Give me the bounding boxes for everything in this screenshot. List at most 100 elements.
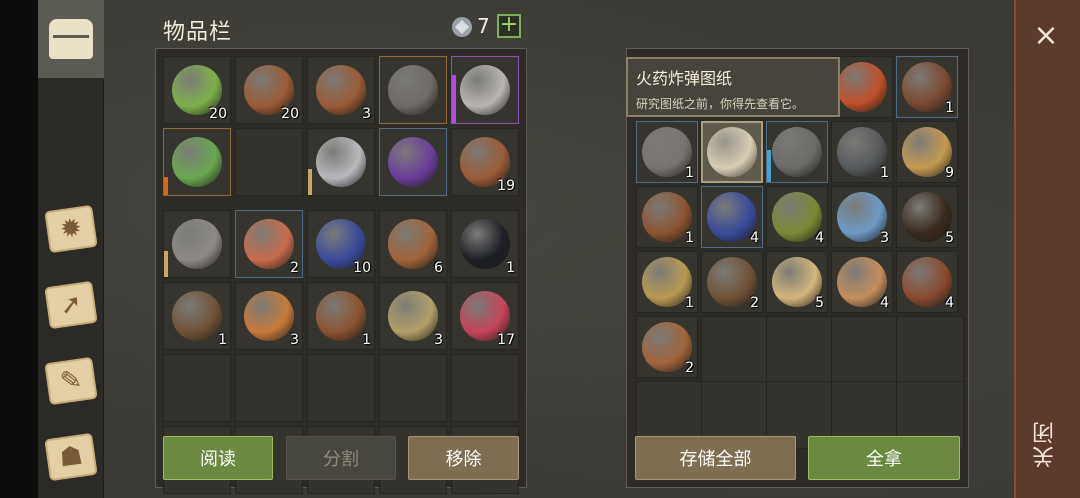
item-slot[interactable]: 1: [831, 121, 893, 183]
tab-recipes[interactable]: ✎: [38, 348, 104, 414]
item-slot[interactable]: [307, 354, 375, 422]
item-slot[interactable]: [163, 128, 231, 196]
item-count: 10: [353, 260, 371, 276]
green-dagger-icon: [172, 137, 222, 187]
item-tooltip: 火药炸弹图纸 研究图纸之前，你得先查看它。: [626, 57, 840, 117]
item-slot[interactable]: 1: [451, 210, 519, 278]
bear-trap-icon: [172, 291, 222, 341]
item-count: 17: [497, 332, 515, 348]
item-count: 2: [750, 295, 759, 311]
item-slot[interactable]: 3: [235, 282, 303, 350]
item-slot[interactable]: [379, 354, 447, 422]
tooltip-title: 火药炸弹图纸: [636, 69, 733, 88]
item-slot[interactable]: 19: [451, 128, 519, 196]
screen-edge: [0, 0, 38, 498]
read-button[interactable]: 阅读: [163, 436, 273, 480]
item-slot[interactable]: 6: [379, 210, 447, 278]
scroll-blueprint-icon: [244, 219, 294, 269]
item-slot[interactable]: 3: [307, 56, 375, 124]
tab-character[interactable]: ☗: [38, 424, 104, 490]
halberd-icon: [172, 219, 222, 269]
add-currency-button[interactable]: +: [497, 14, 521, 38]
store-all-button[interactable]: 存储全部: [635, 436, 796, 480]
item-slot[interactable]: 10: [307, 210, 375, 278]
chest-icon: [49, 19, 93, 59]
hourglass-icon: [244, 291, 294, 341]
item-slot[interactable]: 4: [831, 251, 893, 313]
item-count: 1: [945, 100, 954, 116]
pickaxe-icon: [460, 65, 510, 115]
take-all-button[interactable]: 全拿: [808, 436, 960, 480]
item-count: 1: [685, 295, 694, 311]
sand-pile-icon: [388, 291, 438, 341]
item-count: 5: [815, 295, 824, 311]
split-button[interactable]: 分割: [286, 436, 396, 480]
item-slot[interactable]: 20: [163, 56, 231, 124]
item-slot[interactable]: 17: [451, 282, 519, 350]
item-count: 4: [945, 295, 954, 311]
item-slot[interactable]: [701, 316, 769, 384]
item-slot[interactable]: 2: [636, 316, 698, 378]
item-slot[interactable]: [831, 316, 899, 384]
item-slot[interactable]: [766, 316, 834, 384]
item-slot[interactable]: 1: [636, 251, 698, 313]
item-slot[interactable]: 4: [766, 186, 828, 248]
item-slot[interactable]: 9: [896, 121, 958, 183]
item-slot[interactable]: 1: [307, 282, 375, 350]
close-icon[interactable]: ×: [1026, 18, 1066, 54]
item-slot[interactable]: [307, 128, 375, 196]
remove-button[interactable]: 移除: [408, 436, 519, 480]
bottle-icon: [316, 291, 366, 341]
item-slot[interactable]: 2: [235, 210, 303, 278]
item-slot[interactable]: 20: [235, 56, 303, 124]
tooltip-body: 研究图纸之前，你得先查看它。: [636, 97, 805, 111]
item-count: 5: [945, 230, 954, 246]
item-slot[interactable]: [451, 56, 519, 124]
item-count: 1: [218, 332, 227, 348]
item-count: 3: [290, 332, 299, 348]
sun-book-icon: [837, 62, 887, 112]
close-button[interactable]: 关闭: [1030, 420, 1060, 468]
item-slot[interactable]: [701, 121, 763, 183]
item-count: 2: [685, 360, 694, 376]
item-slot[interactable]: [766, 121, 828, 183]
item-count: 3: [880, 230, 889, 246]
item-slot[interactable]: [831, 56, 893, 118]
item-slot[interactable]: 1: [636, 186, 698, 248]
inventory-title: 物品栏: [163, 20, 233, 45]
item-slot[interactable]: 5: [766, 251, 828, 313]
item-slot[interactable]: [379, 128, 447, 196]
item-slot[interactable]: [896, 316, 964, 384]
item-count: 3: [434, 332, 443, 348]
tab-crafting[interactable]: ➚: [38, 272, 104, 338]
blueprint-icon: [707, 127, 757, 177]
item-slot[interactable]: [379, 56, 447, 124]
item-slot[interactable]: [451, 354, 519, 422]
durability-bar: [164, 251, 168, 277]
item-slot[interactable]: 2: [701, 251, 763, 313]
item-slot[interactable]: 1: [636, 121, 698, 183]
item-slot[interactable]: 4: [701, 186, 763, 248]
tab-skills[interactable]: ✹: [38, 196, 104, 262]
item-slot[interactable]: [235, 354, 303, 422]
coal-icon: [460, 219, 510, 269]
item-slot[interactable]: 3: [831, 186, 893, 248]
purple-book-icon: [388, 137, 438, 187]
item-slot[interactable]: [163, 210, 231, 278]
item-count: 3: [362, 106, 371, 122]
sun-card-icon: ✹: [44, 204, 98, 254]
tab-inventory[interactable]: [38, 0, 104, 78]
item-slot[interactable]: [163, 354, 231, 422]
item-count: 6: [434, 260, 443, 276]
character-icon: ☗: [44, 432, 98, 482]
item-slot[interactable]: 5: [896, 186, 958, 248]
arrow-card-icon: ➚: [44, 280, 98, 330]
item-count: 1: [506, 260, 515, 276]
item-slot[interactable]: 3: [379, 282, 447, 350]
item-slot[interactable]: 4: [896, 251, 958, 313]
item-slot[interactable]: 1: [896, 56, 958, 118]
item-count: 4: [815, 230, 824, 246]
item-slot[interactable]: [235, 128, 303, 196]
item-slot[interactable]: 1: [163, 282, 231, 350]
item-count: 20: [209, 106, 227, 122]
